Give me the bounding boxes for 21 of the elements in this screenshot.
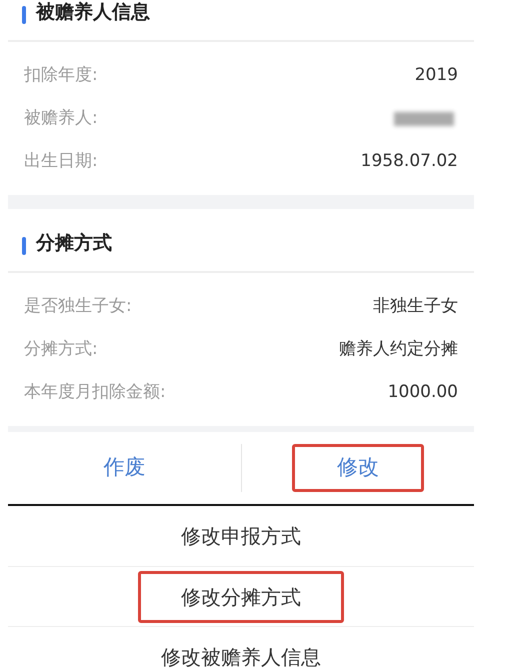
field-label: 被赡养人: [24,106,98,130]
field-label: 本年度月扣除金额: [24,380,166,404]
blurred-value [394,112,454,126]
field-value: 1000.00 [388,380,458,404]
menu-item[interactable]: 修改申报方式 [138,510,344,562]
section-accent-bar [22,6,26,24]
field-label: 出生日期: [24,150,98,173]
action-button[interactable]: 作废 [58,444,190,492]
field-label: 分摊方式: [24,338,98,361]
menu-item[interactable]: 修改被赡养人信息 [118,630,364,669]
menu-item[interactable]: 修改分摊方式 [138,570,344,622]
section-title: 被赡养人信息 [36,0,150,24]
field-label: 是否独生子女: [24,294,132,318]
field-value: 2019 [414,64,458,87]
section-title: 分摊方式 [36,230,112,256]
field-label: 扣除年度: [24,64,98,87]
action-button[interactable]: 修改 [292,444,424,492]
field-value: 1958.07.02 [360,150,458,173]
field-value: 非独生子女 [373,294,458,318]
field-value: 赡养人约定分摊 [339,338,458,361]
section-accent-bar [22,237,26,255]
